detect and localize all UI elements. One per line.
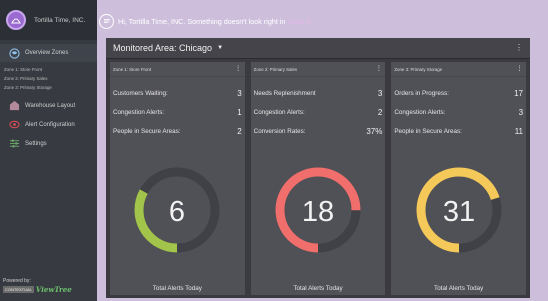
metric-row: Congestion Alerts: 1 — [113, 103, 242, 122]
metric-label: Customers Waiting: — [113, 90, 168, 97]
alerts-gauge: 18 — [251, 162, 386, 258]
zone-card-title: Zone 3: Primary Storage — [394, 66, 443, 72]
zone-card-title: Zone 1: Store Front — [113, 66, 152, 72]
metric-value: 3 — [237, 89, 242, 98]
total-alerts-value: 6 — [169, 196, 185, 228]
notification-banner: Hi, Tortilla Time, INC. Something doesn'… — [99, 10, 311, 32]
sidebar-item-settings[interactable]: Settings — [0, 134, 97, 153]
metric-row: Congestion Alerts: 2 — [254, 103, 383, 122]
subnav-item-zone-3[interactable]: Zone 3: Primary Storage — [4, 83, 97, 92]
metric-value: 2 — [237, 127, 242, 136]
zone-card-title: Zone 2: Primary Sales — [253, 66, 298, 72]
sidebar-item-label: Overview Zones — [25, 50, 69, 56]
card-menu-icon[interactable]: ⋮ — [516, 66, 523, 73]
sliders-icon — [8, 138, 20, 150]
alerts-gauge: 6 — [110, 162, 245, 258]
metric-row: Congestion Alerts: 3 — [394, 103, 523, 122]
zone-card-header: Zone 1: Store Front ⋮ — [110, 62, 245, 77]
area-dropdown-icon[interactable]: ▼ — [217, 45, 223, 51]
warehouse-icon — [8, 100, 20, 112]
metric-row: People in Secure Areas: 11 — [394, 122, 523, 141]
total-alerts-label: Total Alerts Today — [152, 285, 202, 292]
metric-value: 2 — [377, 108, 383, 117]
sidebar-item-overview-zones[interactable]: Overview Zones — [0, 44, 97, 62]
metric-label: Orders in Progress: — [394, 90, 449, 97]
metric-label: Needs Replenishment — [253, 90, 316, 97]
powered-logo-box: CONTEXTUAL — [3, 286, 34, 293]
metric-label: Congestion Alerts: — [113, 109, 165, 116]
metric-row: People in Secure Areas: 2 — [113, 122, 242, 141]
alerts-gauge: 31 — [391, 162, 526, 258]
zone-card: Zone 1: Store Front ⋮ Customers Waiting:… — [110, 62, 245, 295]
metric-value: 11 — [514, 127, 524, 136]
viewtree-logo: CONTEXTUAL ViewTree — [3, 285, 72, 294]
brand-logo-icon — [6, 10, 26, 30]
sidebar: Tortilla Time, INC. Overview Zones Zone … — [0, 0, 97, 301]
monitored-area-panel: Monitored Area: Chicago ▼ ⋮ Zone 1: Stor… — [106, 38, 530, 298]
total-alerts-value: 18 — [302, 196, 334, 228]
metric-value: 17 — [514, 89, 524, 98]
page-title: Monitored Area: Chicago — [113, 43, 213, 53]
metric-row: Customers Waiting: 3 — [113, 84, 242, 103]
metric-row: Needs Replenishment 3 — [254, 84, 383, 103]
zone-card-header: Zone 3: Primary Storage ⋮ — [391, 62, 527, 77]
banner-text: Hi, Tortilla Time, INC. Something doesn'… — [118, 17, 311, 26]
metric-value: 1 — [237, 108, 242, 117]
subnav-item-zone-2[interactable]: Zone 2: Primary Sales — [4, 74, 97, 83]
sidebar-item-label: Settings — [25, 140, 47, 147]
sidebar-item-alert-configuration[interactable]: Alert Configuration — [0, 115, 97, 134]
brand-name: Tortilla Time, INC. — [34, 16, 86, 24]
panel-menu-icon[interactable]: ⋮ — [515, 44, 523, 52]
metric-row: Conversion Rates: 37% — [254, 122, 383, 141]
metric-label: People in Secure Areas: — [394, 128, 462, 135]
zone-cards: Zone 1: Store Front ⋮ Customers Waiting:… — [110, 62, 527, 295]
metric-label: Conversion Rates: — [253, 128, 306, 135]
total-alerts-label: Total Alerts Today — [293, 285, 343, 292]
powered-by-label: Powered by: — [3, 278, 31, 284]
metric-row: Orders in Progress: 17 — [394, 84, 523, 103]
banner-zone-link[interactable]: Zone 3 — [288, 17, 310, 26]
sidebar-item-label: Alert Configuration — [25, 121, 75, 128]
metric-label: Congestion Alerts: — [253, 109, 305, 116]
subnav-item-zone-1[interactable]: Zone 1: Store Front — [4, 65, 97, 74]
card-menu-icon[interactable]: ⋮ — [235, 66, 242, 73]
total-alerts-label: Total Alerts Today — [434, 285, 484, 292]
metric-value: 3 — [518, 108, 524, 117]
zone-card: Zone 2: Primary Sales ⋮ Needs Replenishm… — [250, 62, 386, 295]
zone-subnav: Zone 1: Store Front Zone 2: Primary Sale… — [0, 62, 97, 92]
metric-label: Congestion Alerts: — [394, 109, 446, 116]
chat-bubble-icon — [99, 13, 114, 29]
powered-by: Powered by: CONTEXTUAL ViewTree — [3, 278, 72, 294]
brand[interactable]: Tortilla Time, INC. — [0, 0, 97, 40]
total-alerts-value: 31 — [443, 196, 475, 228]
sidebar-item-warehouse-layout[interactable]: Warehouse Layout — [0, 96, 97, 115]
globe-icon — [8, 47, 20, 59]
zone-metrics: Orders in Progress: 17 Congestion Alerts… — [391, 77, 526, 141]
card-menu-icon[interactable]: ⋮ — [375, 66, 382, 73]
alert-icon — [8, 119, 20, 131]
zone-card-header: Zone 2: Primary Sales ⋮ — [250, 62, 386, 77]
metric-label: People in Secure Areas: — [113, 128, 181, 135]
banner-message: Hi, Tortilla Time, INC. Something doesn'… — [118, 16, 286, 26]
metric-value: 37% — [366, 127, 383, 136]
powered-logo-text: ViewTree — [35, 285, 72, 294]
panel-header: Monitored Area: Chicago ▼ ⋮ — [106, 38, 530, 59]
zone-metrics: Needs Replenishment 3 Congestion Alerts:… — [251, 77, 386, 141]
sidebar-item-label: Warehouse Layout — [25, 102, 76, 109]
zone-card: Zone 3: Primary Storage ⋮ Orders in Prog… — [391, 62, 527, 295]
zone-metrics: Customers Waiting: 3 Congestion Alerts: … — [110, 77, 245, 141]
metric-value: 3 — [377, 89, 383, 98]
